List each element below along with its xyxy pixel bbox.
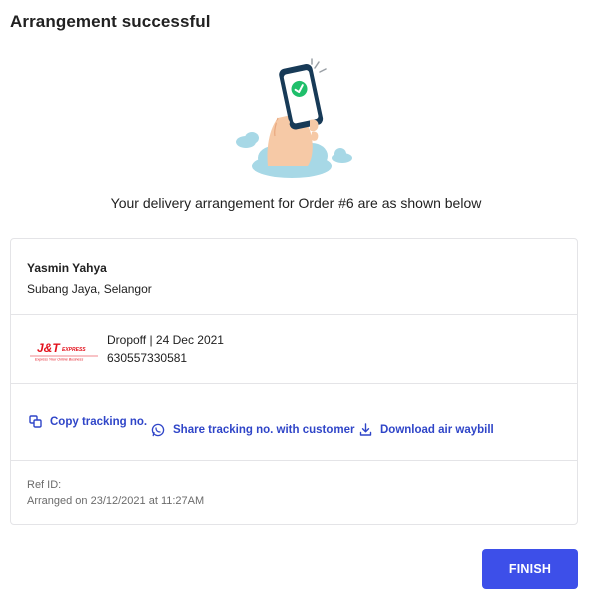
- finish-button[interactable]: FINISH: [482, 549, 578, 589]
- whatsapp-icon: [151, 423, 165, 437]
- svg-text:Express Your Online Business: Express Your Online Business: [35, 358, 83, 362]
- arranged-timestamp: Arranged on 23/12/2021 at 11:27AM: [27, 495, 205, 507]
- download-waybill-button[interactable]: Download air waybill: [359, 423, 494, 436]
- actions-section: Copy tracking no. Share tracking no. wit…: [11, 384, 577, 461]
- customer-section: Yasmin Yahya Subang Jaya, Selangor: [11, 239, 577, 315]
- ref-id-label: Ref ID:: [27, 479, 62, 491]
- courier-logo: J&T EXPRESS Express Your Online Business: [29, 340, 99, 362]
- copy-tracking-button[interactable]: Copy tracking no.: [29, 415, 147, 428]
- svg-text:EXPRESS: EXPRESS: [62, 347, 86, 353]
- download-icon: [359, 423, 372, 436]
- download-waybill-label: Download air waybill: [380, 423, 494, 436]
- customer-address: Subang Jaya, Selangor: [27, 282, 152, 296]
- tracking-number: 630557330581: [107, 351, 188, 365]
- share-tracking-button[interactable]: Share tracking no. with customer: [151, 423, 354, 437]
- share-tracking-label: Share tracking no. with customer: [173, 424, 355, 436]
- reference-section: Ref ID: Arranged on 23/12/2021 at 11:27A…: [11, 461, 577, 526]
- arrangement-card: Yasmin Yahya Subang Jaya, Selangor J&T E…: [10, 238, 578, 525]
- arrangement-subtitle: Your delivery arrangement for Order #6 a…: [110, 195, 482, 211]
- copy-tracking-label: Copy tracking no.: [50, 415, 148, 428]
- shipment-method-date: Dropoff | 24 Dec 2021: [107, 333, 224, 347]
- phone-success-illustration: [232, 56, 356, 182]
- svg-text:J&T: J&T: [37, 341, 61, 355]
- shipment-section: J&T EXPRESS Express Your Online Business…: [11, 315, 577, 384]
- page-title: Arrangement successful: [10, 12, 211, 31]
- copy-icon: [29, 415, 42, 428]
- customer-name: Yasmin Yahya: [27, 261, 107, 275]
